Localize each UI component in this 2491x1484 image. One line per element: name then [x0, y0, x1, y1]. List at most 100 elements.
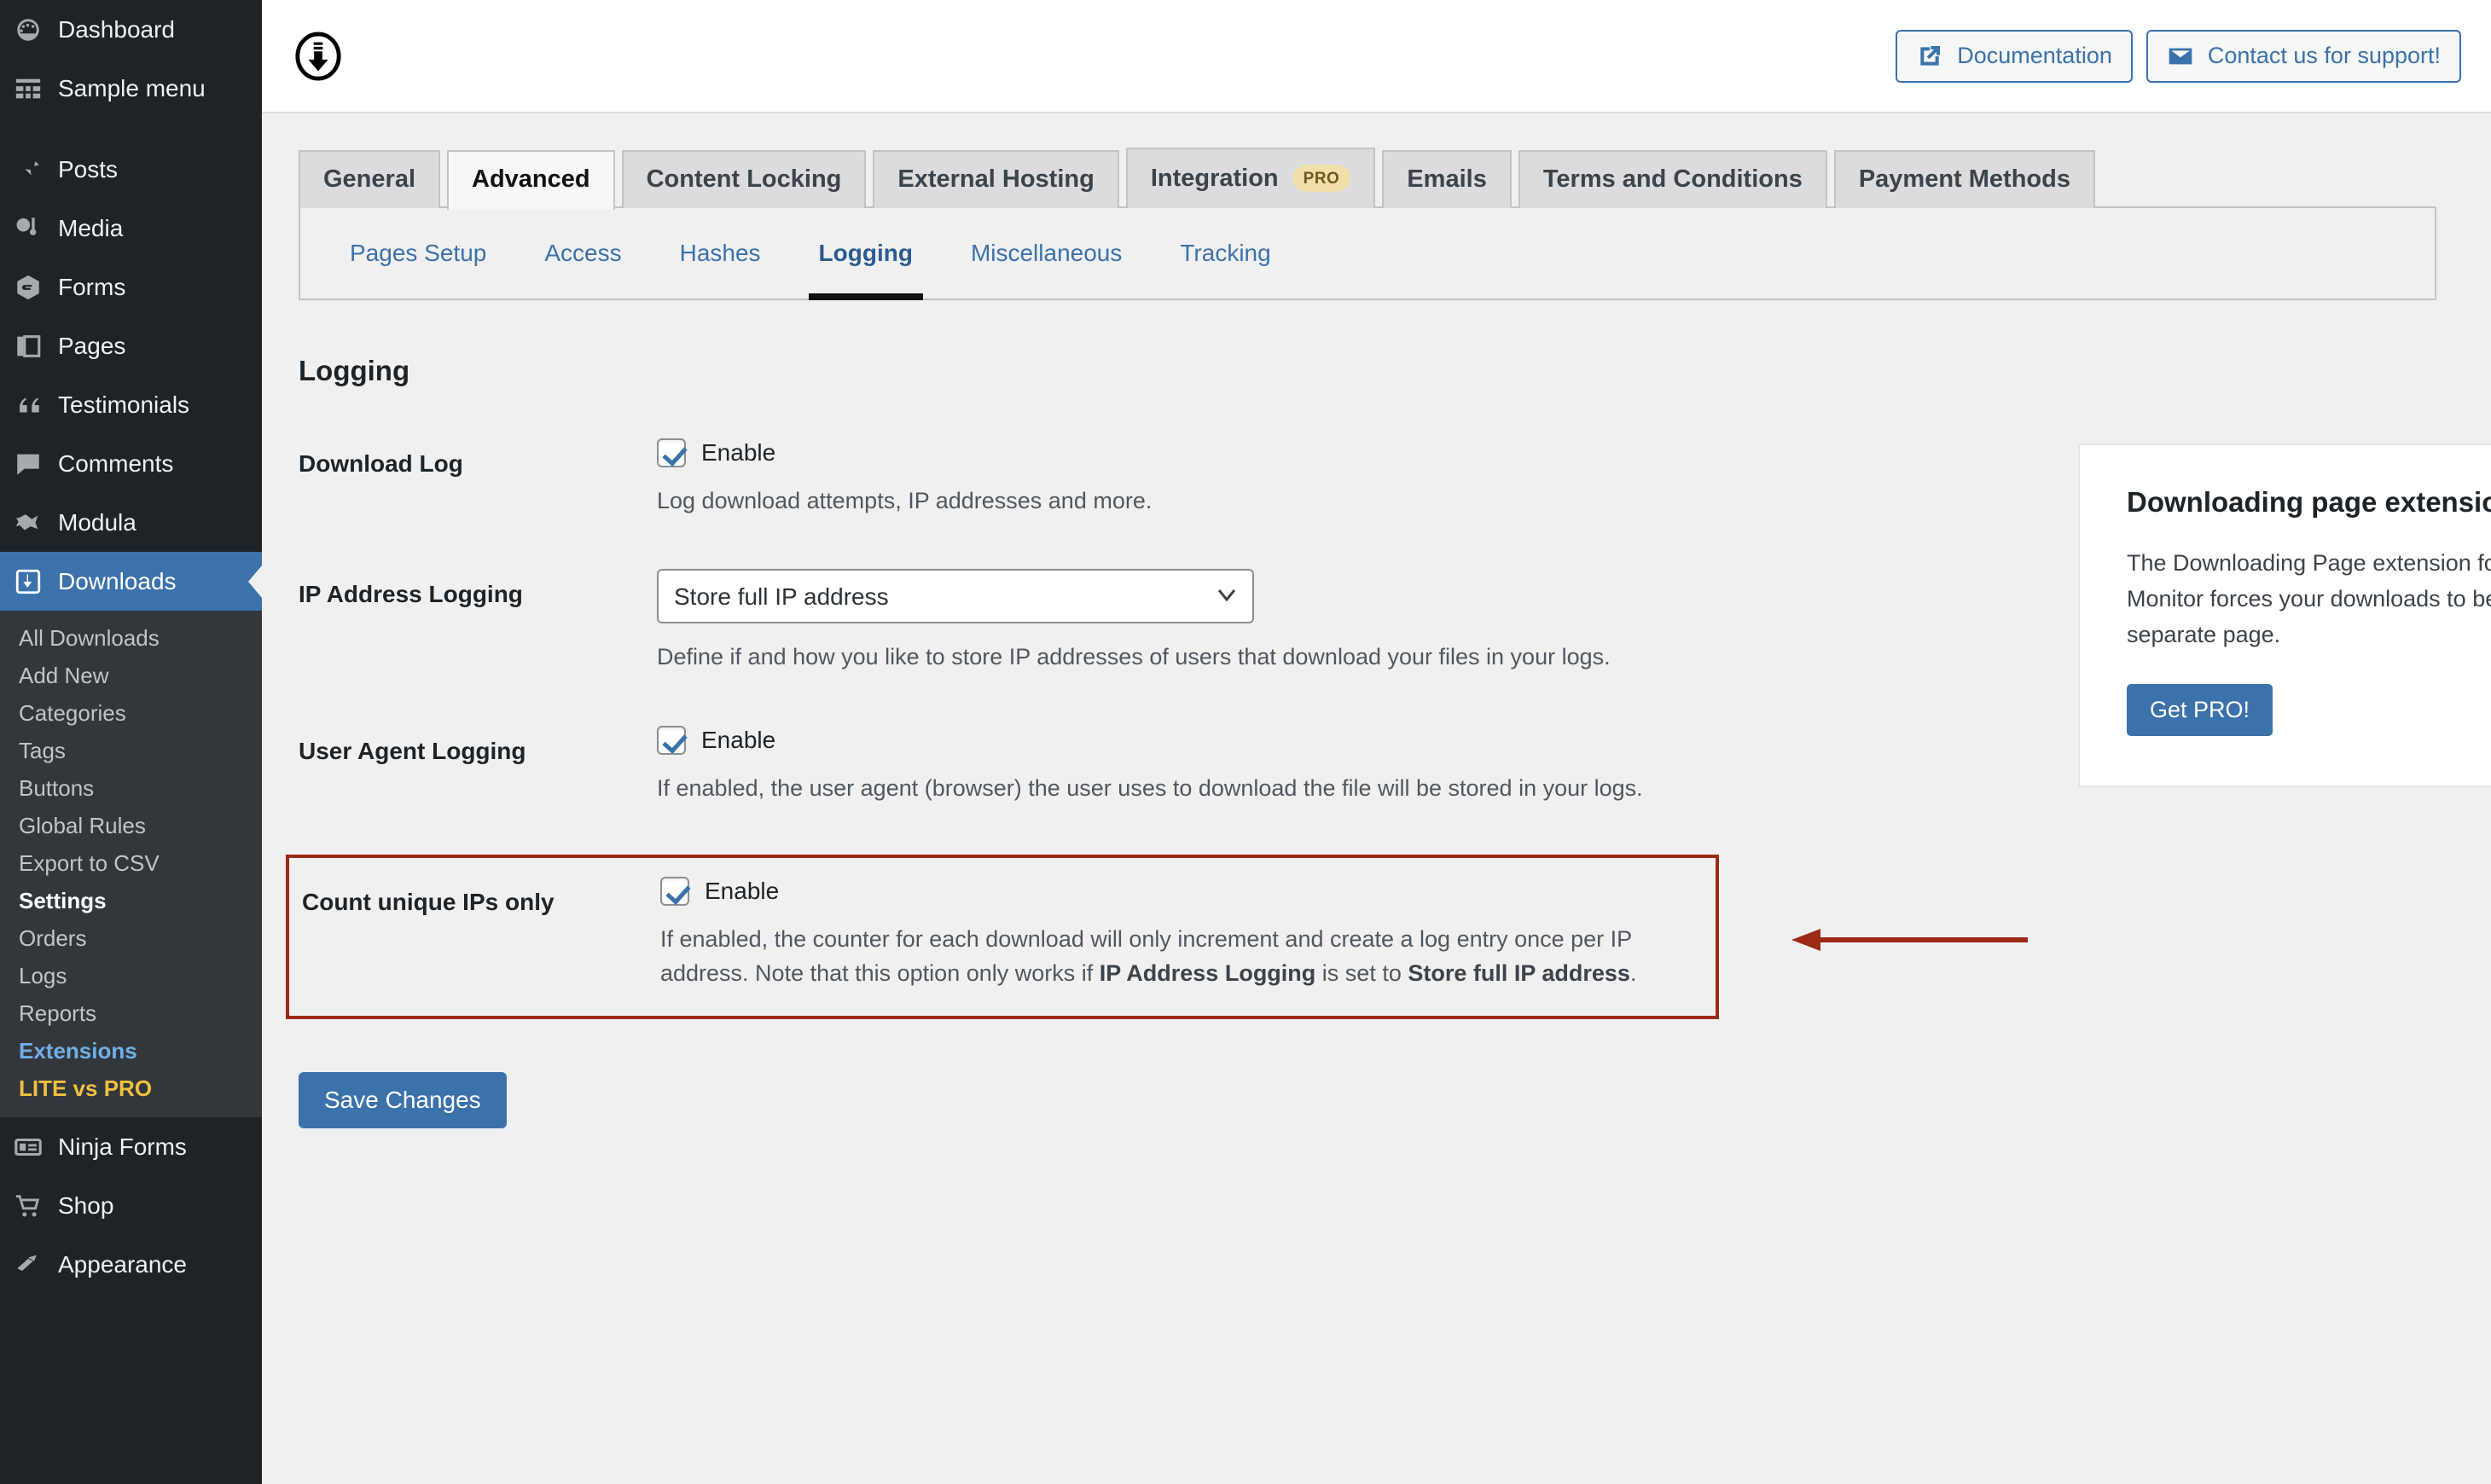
download-monitor-logo-icon [293, 31, 343, 81]
count-unique-ips-checkbox[interactable] [660, 877, 689, 907]
settings-sub-tabs: Pages Setup Access Hashes Logging Miscel… [300, 208, 2435, 300]
tab-content-locking[interactable]: Content Locking [621, 150, 867, 208]
promo-card: Downloading page extension The Downloadi… [2078, 443, 2491, 787]
sidebar-label: Pages [58, 332, 126, 359]
sidebar-bottom-group: Ninja Forms Shop Appearance [0, 1117, 262, 1294]
submenu-item-orders[interactable]: Orders [0, 919, 262, 957]
submenu-item-categories[interactable]: Categories [0, 694, 262, 732]
submenu-item-lite-vs-pro[interactable]: LITE vs PRO [0, 1070, 262, 1107]
sidebar-item-modula[interactable]: Modula [0, 493, 262, 552]
brush-icon [12, 1249, 44, 1281]
envelope-icon [2167, 43, 2194, 70]
sidebar-item-pages[interactable]: Pages [0, 316, 262, 375]
pages-icon [12, 330, 44, 362]
download-log-checkbox[interactable] [657, 438, 686, 467]
download-log-checkbox-row[interactable]: Enable [657, 438, 1715, 467]
tab-advanced[interactable]: Advanced [447, 150, 615, 210]
subtab-logging[interactable]: Logging [790, 208, 942, 300]
tab-terms-and-conditions[interactable]: Terms and Conditions [1518, 150, 1827, 208]
tab-label: Payment Methods [1858, 165, 2070, 193]
support-label: Contact us for support! [2207, 43, 2441, 68]
comment-icon [12, 448, 44, 480]
submenu-item-export-to-csv[interactable]: Export to CSV [0, 844, 262, 882]
submenu-item-settings[interactable]: Settings [0, 882, 262, 919]
sidebar-item-dashboard[interactable]: Dashboard [0, 0, 262, 59]
sidebar-label: Dashboard [58, 15, 175, 43]
tab-general[interactable]: General [299, 150, 440, 208]
user-agent-logging-checkbox-row[interactable]: Enable [657, 725, 1715, 755]
field-label: Count unique IPs only [302, 889, 555, 916]
sidebar-label: Testimonials [58, 391, 190, 418]
tab-external-hosting[interactable]: External Hosting [873, 150, 1119, 208]
plugin-header: Documentation Contact us for support! [262, 0, 2491, 113]
admin-sidebar: Dashboard Sample menu Posts Media Forms … [0, 0, 262, 1484]
sidebar-label: Media [58, 214, 124, 241]
subtab-pages-setup[interactable]: Pages Setup [321, 208, 515, 299]
desc-part-3: . [1629, 959, 1637, 986]
sidebar-item-appearance[interactable]: Appearance [0, 1235, 262, 1294]
header-actions: Documentation Contact us for support! [1896, 29, 2461, 83]
get-pro-button[interactable]: Get PRO! [2127, 683, 2273, 736]
external-link-icon [1916, 43, 1943, 70]
count-unique-ips-checkbox-row[interactable]: Enable [660, 877, 1716, 907]
user-agent-logging-checkbox[interactable] [657, 725, 686, 755]
forms-icon [12, 271, 44, 304]
tab-integration[interactable]: Integration PRO [1125, 148, 1376, 208]
modula-icon [12, 507, 44, 539]
subtab-hashes[interactable]: Hashes [651, 208, 790, 299]
sidebar-item-forms[interactable]: Forms [0, 258, 262, 316]
sidebar-item-comments[interactable]: Comments [0, 434, 262, 493]
downloads-submenu: All Downloads Add New Categories Tags Bu… [0, 611, 262, 1117]
subtab-miscellaneous[interactable]: Miscellaneous [942, 208, 1151, 299]
tab-emails[interactable]: Emails [1382, 150, 1512, 208]
sidebar-label: Posts [58, 155, 119, 183]
ninja-forms-icon [12, 1131, 44, 1163]
tab-label: Content Locking [646, 165, 842, 193]
sidebar-top-group: Dashboard Sample menu [0, 0, 262, 118]
sidebar-item-downloads[interactable]: Downloads [0, 552, 262, 611]
submenu-item-all-downloads[interactable]: All Downloads [0, 619, 262, 657]
submenu-item-buttons[interactable]: Buttons [0, 769, 262, 807]
submenu-item-tags[interactable]: Tags [0, 732, 262, 769]
sidebar-item-shop[interactable]: Shop [0, 1176, 262, 1235]
desc-part-2: is set to [1315, 959, 1408, 986]
tab-label: Advanced [472, 165, 590, 193]
settings-sub-tabs-panel: Pages Setup Access Hashes Logging Miscel… [299, 206, 2436, 300]
field-description: Define if and how you like to store IP a… [657, 644, 1611, 670]
submenu-item-reports[interactable]: Reports [0, 994, 262, 1032]
subtab-access[interactable]: Access [515, 208, 650, 299]
checkbox-label: Enable [701, 726, 776, 753]
ip-logging-select[interactable]: Store full IP address [657, 569, 1254, 624]
tab-label: Integration [1150, 164, 1279, 192]
sidebar-label: Appearance [58, 1250, 188, 1278]
field-description: If enabled, the user agent (browser) the… [657, 774, 1643, 801]
checkbox-label: Enable [701, 439, 776, 466]
contact-support-button[interactable]: Contact us for support! [2146, 29, 2461, 83]
sidebar-item-media[interactable]: Media [0, 199, 262, 258]
field-label: IP Address Logging [299, 581, 523, 608]
field-description: If enabled, the counter for each downloa… [660, 923, 1716, 990]
submenu-item-extensions[interactable]: Extensions [0, 1032, 262, 1070]
submenu-item-add-new[interactable]: Add New [0, 657, 262, 694]
sidebar-item-posts[interactable]: Posts [0, 140, 262, 199]
submenu-item-logs[interactable]: Logs [0, 957, 262, 994]
sidebar-item-ninja-forms[interactable]: Ninja Forms [0, 1117, 262, 1176]
submenu-item-global-rules[interactable]: Global Rules [0, 807, 262, 844]
field-description: Log download attempts, IP addresses and … [657, 488, 1153, 513]
subtab-tracking[interactable]: Tracking [1151, 208, 1299, 299]
tab-label: General [323, 165, 415, 193]
save-row: Save Changes [299, 1072, 2491, 1129]
download-circle-icon [12, 565, 44, 598]
save-changes-button[interactable]: Save Changes [299, 1072, 507, 1129]
tab-payment-methods[interactable]: Payment Methods [1833, 150, 2095, 208]
checkbox-label: Enable [705, 878, 780, 905]
main-content: Documentation Contact us for support! Ge… [262, 0, 2491, 1484]
promo-title: Downloading page extension [2127, 486, 2491, 518]
sidebar-item-testimonials[interactable]: Testimonials [0, 375, 262, 434]
sidebar-item-sample-menu[interactable]: Sample menu [0, 59, 262, 118]
field-label: User Agent Logging [299, 737, 526, 764]
sidebar-divider-1 [0, 118, 262, 140]
tab-label: Terms and Conditions [1542, 165, 1803, 193]
documentation-button[interactable]: Documentation [1896, 29, 2133, 83]
media-icon [12, 212, 44, 245]
